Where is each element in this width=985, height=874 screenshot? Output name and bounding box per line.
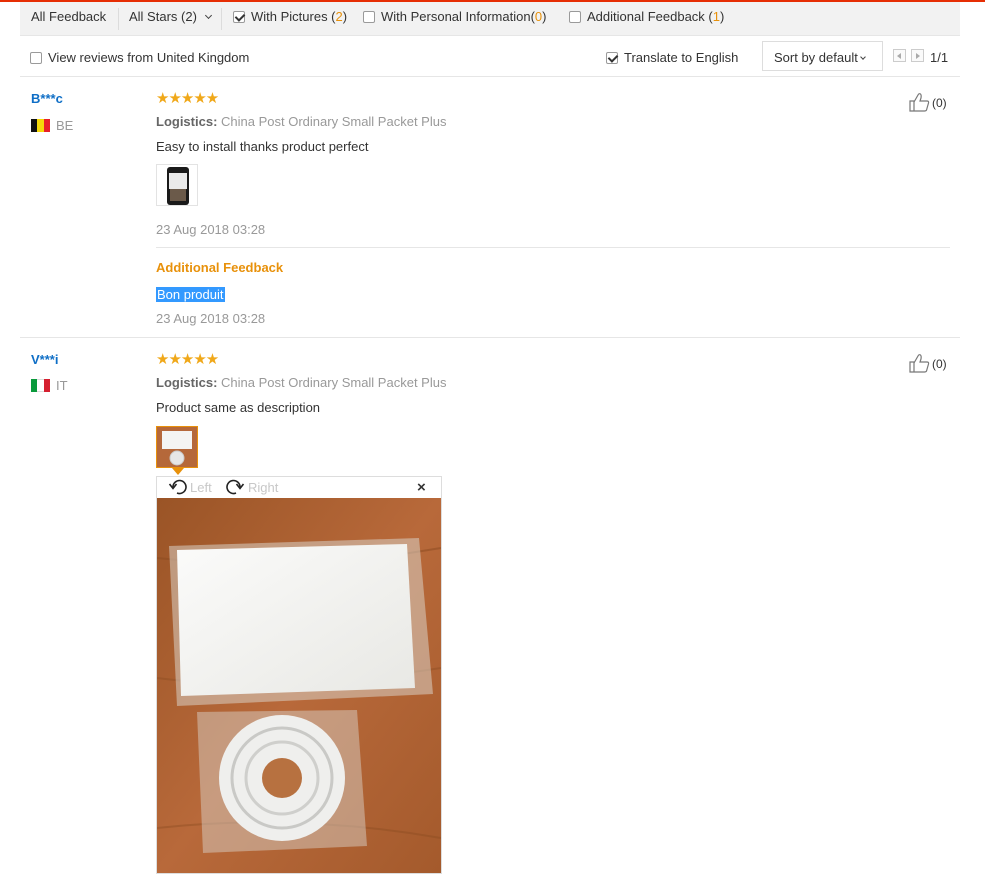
paren: ) (342, 9, 348, 24)
translate-option[interactable]: Translate to English (606, 50, 738, 65)
logistics-line: Logistics: China Post Ordinary Small Pac… (156, 375, 446, 390)
reviewer-name[interactable]: B***c (31, 91, 63, 106)
divider (20, 337, 960, 338)
all-stars-dropdown[interactable]: All Stars (2) (129, 9, 212, 24)
helpful-button[interactable]: (0) (908, 92, 947, 112)
feedback-filter-bar: All Feedback All Stars (2) With Pictures… (20, 2, 960, 36)
all-stars-label: All Stars (2) (129, 9, 197, 24)
all-feedback-tab[interactable]: All Feedback (31, 10, 106, 24)
photo-viewer: Left Right × (156, 476, 442, 874)
rotate-left-icon (168, 479, 187, 495)
with-pictures-checkbox[interactable] (233, 11, 245, 23)
rotate-left-button[interactable]: Left (168, 478, 212, 496)
logistics-value: China Post Ordinary Small Packet Plus (221, 375, 447, 390)
thumbs-up-icon (909, 354, 930, 373)
all-feedback-label: All Feedback (31, 9, 107, 24)
review-photo-large (157, 498, 441, 873)
with-personal-info-label: With Personal Information( (381, 9, 535, 24)
with-personal-info-filter[interactable]: With Personal Information(0) (363, 10, 546, 24)
additional-feedback-count: 1 (712, 9, 720, 24)
helpful-button[interactable]: (0) (908, 353, 947, 373)
reviewer-country: IT (31, 378, 68, 393)
country-code: IT (56, 378, 68, 393)
paren: ) (542, 9, 547, 24)
uk-reviews-option[interactable]: View reviews from United Kingdom (30, 50, 249, 65)
close-icon[interactable]: × (417, 479, 426, 496)
additional-feedback-title: Additional Feedback (156, 260, 284, 275)
logistics-label: Logistics: (156, 114, 218, 129)
paren: ) (719, 9, 725, 24)
sort-dropdown[interactable]: Sort by default (762, 41, 883, 71)
review-photo-thumbnail[interactable] (156, 426, 198, 468)
italy-flag-icon (31, 379, 50, 392)
chevron-down-icon (859, 54, 866, 60)
with-personal-info-checkbox[interactable] (363, 11, 375, 23)
page-indicator: 1/1 (930, 50, 949, 65)
additional-feedback-checkbox[interactable] (569, 11, 581, 23)
filter-divider (221, 8, 222, 30)
logistics-line: Logistics: China Post Ordinary Small Pac… (156, 114, 446, 129)
prev-page-button[interactable] (893, 49, 906, 62)
rotate-right-label: Right (248, 480, 279, 495)
additional-feedback-divider (156, 247, 950, 248)
uk-reviews-label: View reviews from United Kingdom (48, 50, 250, 65)
reviewer-name[interactable]: V***i (31, 352, 58, 367)
review-photo-thumbnail[interactable] (156, 164, 198, 206)
review-text: Product same as description (156, 400, 321, 415)
photo-thumbnail-image (157, 427, 197, 467)
additional-feedback-date: 23 Aug 2018 03:28 (156, 311, 266, 326)
thumbs-up-icon (909, 93, 930, 112)
divider (20, 76, 960, 77)
photo-thumbnail-image (157, 165, 197, 205)
reviewer-country: BE (31, 118, 73, 133)
belgium-flag-icon (31, 119, 50, 132)
uk-reviews-checkbox[interactable] (30, 52, 42, 64)
next-page-button[interactable] (911, 49, 924, 62)
helpful-count: (0) (932, 96, 947, 110)
sort-label: Sort by default (774, 50, 858, 65)
rotate-right-button[interactable]: Right (223, 478, 278, 496)
additional-feedback-filter[interactable]: Additional Feedback (1) (569, 10, 724, 24)
active-thumbnail-pointer (172, 468, 184, 475)
translate-checkbox[interactable] (606, 52, 618, 64)
additional-feedback-text: Bon produit (156, 287, 225, 302)
options-row: View reviews from United Kingdom Transla… (30, 41, 950, 72)
additional-feedback-label: Additional Feedback ( (587, 9, 713, 24)
with-pictures-count: 2 (335, 9, 343, 24)
translate-label: Translate to English (624, 50, 739, 65)
photo-viewer-toolbar: Left Right × (157, 477, 441, 497)
chevron-down-icon (204, 11, 212, 20)
with-pictures-filter[interactable]: With Pictures (2) (233, 10, 347, 24)
logistics-value: China Post Ordinary Small Packet Plus (221, 114, 447, 129)
review-date: 23 Aug 2018 03:28 (156, 222, 266, 237)
filter-divider (118, 8, 119, 30)
logistics-label: Logistics: (156, 375, 218, 390)
rotate-right-icon (226, 479, 245, 495)
with-pictures-label: With Pictures ( (251, 9, 336, 24)
review-text: Easy to install thanks product perfect (156, 139, 369, 154)
rotate-left-label: Left (190, 480, 212, 495)
helpful-count: (0) (932, 357, 947, 371)
star-rating: ★★★★★ (156, 350, 219, 368)
star-rating: ★★★★★ (156, 89, 219, 107)
country-code: BE (56, 118, 74, 133)
